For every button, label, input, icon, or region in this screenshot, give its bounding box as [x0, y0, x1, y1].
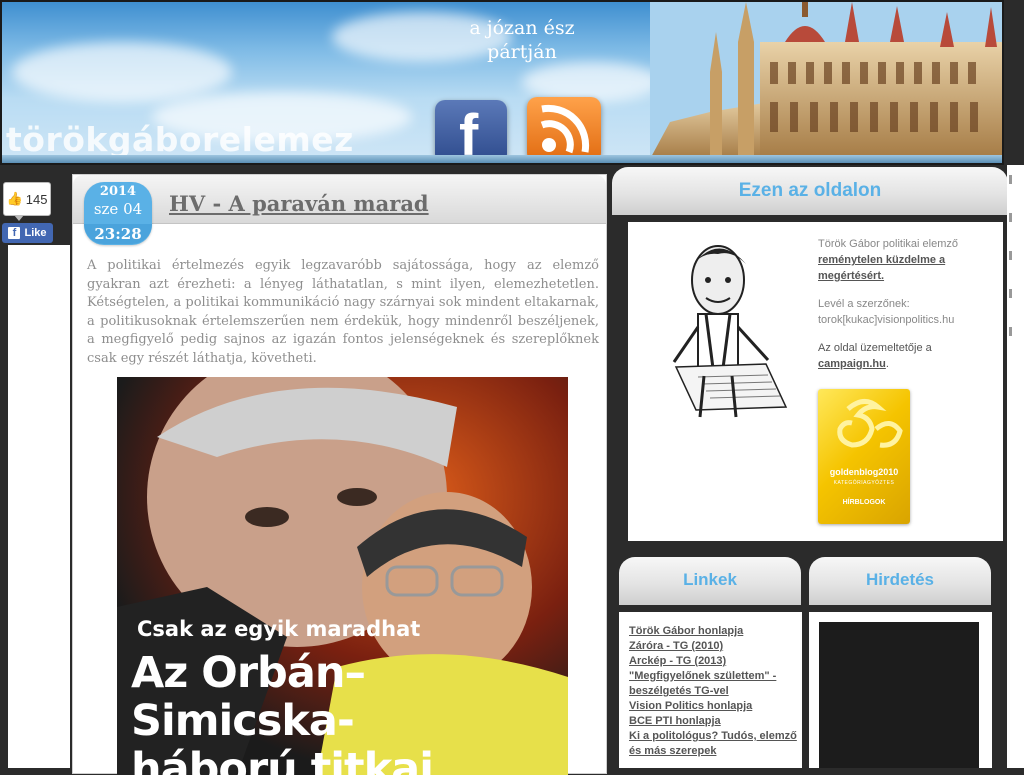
cloud-decoration — [522, 62, 662, 102]
about-text: Török Gábor politikai elemző reménytelen… — [818, 236, 998, 384]
ads-section-title: Hirdetés — [809, 557, 991, 605]
site-slogan: a józan ész pártján — [442, 16, 602, 64]
about-link[interactable]: reménytelen küzdelme a megértésért. — [818, 254, 945, 282]
link-item[interactable]: Záróra - TG (2010) — [629, 640, 723, 652]
link-item[interactable]: BCE PTI honlapja — [629, 715, 721, 727]
rss-icon[interactable] — [527, 97, 601, 163]
caption-line: háború titkai — [131, 744, 434, 775]
edge-mark — [1009, 175, 1012, 184]
about-prefix: Török Gábor politikai elemző — [818, 238, 959, 250]
about-intro: Török Gábor politikai elemző reménytelen… — [818, 236, 998, 284]
post-year: 2014 — [99, 184, 137, 199]
contact-email: torok[kukac]visionpolitics.hu — [818, 314, 955, 326]
list-item: Vision Politics honlapja — [629, 699, 802, 714]
facebook-icon: f — [8, 227, 21, 239]
caption-line: Az Orbán– — [131, 648, 366, 698]
image-caption-small: Csak az egyik maradhat — [137, 617, 421, 641]
contact-label: Levél a szerzőnek: — [818, 298, 910, 310]
campaign-link[interactable]: campaign.hu — [818, 358, 886, 370]
link-item[interactable]: Vision Politics honlapja — [629, 700, 752, 712]
list-item: Török Gábor honlapja — [629, 624, 802, 639]
caption-line: Simicska- — [131, 696, 355, 746]
links-box: Török Gábor honlapja Záróra - TG (2010) … — [619, 612, 802, 768]
link-item[interactable]: "Megfigyelőnek születtem" - beszélgetés … — [629, 670, 776, 697]
right-edge-strip — [1007, 165, 1024, 768]
slogan-line: pártján — [487, 41, 557, 63]
contact-info: Levél a szerzőnek: torok[kukac]visionpol… — [818, 296, 998, 328]
post-body: A politikai értelmezés egyik legzavaróbb… — [87, 258, 599, 366]
list-item: BCE PTI honlapja — [629, 714, 802, 729]
post-date-badge: 2014 sze 04 23:28 — [84, 182, 152, 245]
site-header: törökgáborelemez a józan ész pártján f — [0, 0, 1004, 165]
thumbs-up-icon: 👍 — [6, 191, 23, 206]
like-label: Like — [24, 227, 47, 239]
post-image[interactable]: Csak az egyik maradhat Az Orbán– Simicsk… — [117, 377, 568, 775]
facebook-like-button[interactable]: f Like — [2, 223, 53, 243]
list-item: Ki a politológus? Tudós, elemző és más s… — [629, 729, 802, 759]
header-strip — [2, 155, 1002, 163]
list-item: Záróra - TG (2010) — [629, 639, 802, 654]
about-section-title: Ezen az oldalon — [612, 167, 1008, 215]
award-name: goldenblog2010 — [829, 467, 899, 477]
like-count-box: 👍 145 — [3, 182, 51, 221]
operator-suffix: . — [885, 358, 889, 370]
links-section-title: Linkek — [619, 557, 801, 605]
parliament-image — [650, 2, 1002, 159]
operator-prefix: Az oldal üzemeltetője a — [818, 342, 932, 354]
blog-post: 2014 sze 04 23:28 HV - A paraván marad A… — [72, 174, 607, 775]
author-caricature — [672, 245, 788, 418]
cloud-decoration — [12, 42, 232, 102]
link-item[interactable]: Ki a politológus? Tudós, elemző és más s… — [629, 730, 797, 757]
list-item: Arckép - TG (2013) — [629, 654, 802, 669]
award-logo-icon — [837, 399, 903, 448]
slogan-line: a józan ész — [469, 17, 575, 39]
post-title-link[interactable]: HV - A paraván marad — [169, 191, 429, 216]
goldenblog-award-badge[interactable]: goldenblog2010 KATEGÓRIAGYŐZTES HÍRBLOGO… — [818, 389, 910, 524]
link-item[interactable]: Arckép - TG (2013) — [629, 655, 726, 667]
links-list: Török Gábor honlapja Záróra - TG (2010) … — [619, 612, 802, 759]
edge-mark — [1009, 327, 1012, 336]
list-item: "Megfigyelőnek születtem" - beszélgetés … — [629, 669, 802, 699]
post-day: sze 04 — [93, 200, 143, 218]
edge-mark — [1009, 289, 1012, 298]
edge-mark — [1009, 213, 1012, 222]
ads-box — [809, 612, 992, 768]
award-category: KATEGÓRIAGYŐZTES — [833, 480, 895, 486]
operator-info: Az oldal üzemeltetője a campaign.hu. — [818, 340, 998, 372]
award-subcategory: HÍRBLOGOK — [842, 499, 886, 506]
left-column — [8, 245, 70, 768]
ad-slot[interactable] — [819, 622, 979, 768]
like-count: 145 — [25, 191, 48, 207]
image-caption-big: Az Orbán– Simicska- háború titkai — [131, 648, 434, 775]
site-title[interactable]: törökgáborelemez — [6, 120, 354, 159]
post-time: 23:28 — [84, 224, 152, 244]
link-item[interactable]: Török Gábor honlapja — [629, 625, 743, 637]
edge-mark — [1009, 251, 1012, 260]
